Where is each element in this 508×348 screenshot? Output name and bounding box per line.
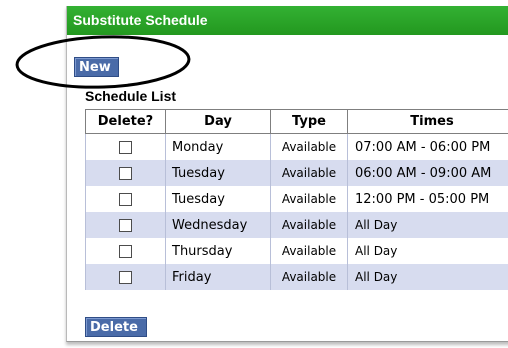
substitute-schedule-panel: Substitute Schedule New Schedule List De… xyxy=(66,6,508,342)
table-row: Wednesday Available All Day xyxy=(85,212,508,238)
times-cell: 06:00 AM - 09:00 AM xyxy=(347,160,508,186)
table-row: Thursday Available All Day xyxy=(85,238,508,264)
column-header-type: Type xyxy=(270,109,348,134)
type-cell: Available xyxy=(270,160,348,186)
new-button[interactable]: New xyxy=(74,57,119,77)
day-cell: Monday xyxy=(165,133,271,160)
delete-cell xyxy=(85,238,166,264)
delete-button[interactable]: Delete xyxy=(85,317,147,337)
delete-checkbox[interactable] xyxy=(119,244,132,258)
column-header-day: Day xyxy=(165,109,271,134)
table-header-row: Delete? Day Type Times xyxy=(85,109,508,134)
type-cell: Available xyxy=(270,133,348,160)
delete-cell xyxy=(85,186,166,212)
panel-title: Substitute Schedule xyxy=(67,6,508,35)
delete-checkbox[interactable] xyxy=(119,140,132,154)
times-cell: All Day xyxy=(347,238,508,264)
delete-checkbox[interactable] xyxy=(119,218,132,232)
day-cell: Friday xyxy=(165,264,271,290)
day-cell: Thursday xyxy=(165,238,271,264)
table-row: Tuesday Available 12:00 PM - 05:00 PM xyxy=(85,186,508,212)
column-header-delete: Delete? xyxy=(85,109,166,134)
day-cell: Tuesday xyxy=(165,186,271,212)
column-header-times: Times xyxy=(347,109,508,134)
times-cell: 07:00 AM - 06:00 PM xyxy=(347,133,508,160)
type-cell: Available xyxy=(270,186,348,212)
day-cell: Tuesday xyxy=(165,160,271,186)
delete-cell xyxy=(85,160,166,186)
type-cell: Available xyxy=(270,238,348,264)
times-cell: All Day xyxy=(347,264,508,290)
times-cell: All Day xyxy=(347,212,508,238)
day-cell: Wednesday xyxy=(165,212,271,238)
delete-cell xyxy=(85,212,166,238)
delete-cell xyxy=(85,133,166,160)
delete-checkbox[interactable] xyxy=(119,166,132,180)
table-row: Tuesday Available 06:00 AM - 09:00 AM xyxy=(85,160,508,186)
type-cell: Available xyxy=(270,212,348,238)
table-row: Monday Available 07:00 AM - 06:00 PM xyxy=(85,133,508,160)
times-cell: 12:00 PM - 05:00 PM xyxy=(347,186,508,212)
delete-cell xyxy=(85,264,166,290)
schedule-table: Delete? Day Type Times Monday Available … xyxy=(85,109,508,290)
delete-checkbox[interactable] xyxy=(119,270,132,284)
type-cell: Available xyxy=(270,264,348,290)
table-row: Friday Available All Day xyxy=(85,264,508,290)
screenshot-stage: Substitute Schedule New Schedule List De… xyxy=(0,0,508,348)
delete-checkbox[interactable] xyxy=(119,192,132,206)
schedule-list-heading: Schedule List xyxy=(85,88,177,104)
